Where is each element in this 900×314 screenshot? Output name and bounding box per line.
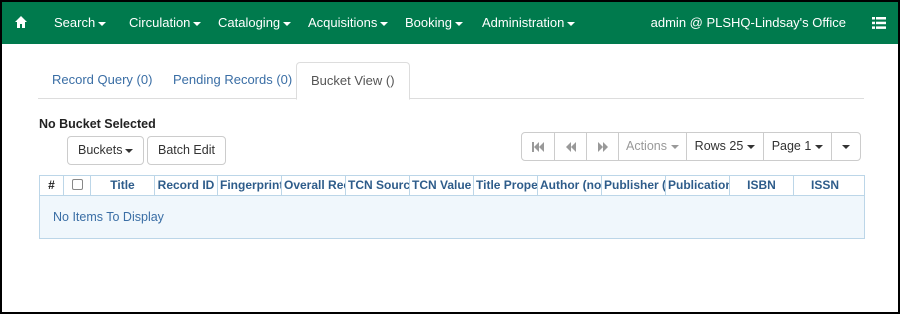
column-header-overall-rec[interactable]: Overall Rec <box>282 176 346 196</box>
previous-page-icon <box>565 141 576 152</box>
column-header-record-id[interactable]: Record ID <box>155 176 218 196</box>
nav-search-menu[interactable]: Search <box>54 2 107 44</box>
caret-down-icon <box>671 144 679 149</box>
rows-per-page-dropdown[interactable]: Rows 25 <box>686 132 764 161</box>
select-all-checkbox[interactable] <box>71 179 83 191</box>
caret-down-icon <box>747 144 756 149</box>
batch-edit-button[interactable]: Batch Edit <box>147 136 226 165</box>
grid-toolbar: Actions Rows 25 Page 1 <box>521 132 861 161</box>
column-header-tcn-source[interactable]: TCN Source <box>346 176 410 196</box>
column-header-issn[interactable]: ISSN <box>794 176 856 196</box>
caret-down-icon <box>283 21 292 26</box>
logged-in-user[interactable]: admin @ PLSHQ-Lindsay's Office <box>651 2 846 44</box>
home-icon[interactable] <box>14 15 28 29</box>
actions-dropdown[interactable]: Actions <box>618 132 687 161</box>
caret-down-icon <box>567 21 576 26</box>
records-grid: # Title Record ID Fingerprint Overall Re… <box>39 175 865 239</box>
caret-down-icon <box>380 21 389 26</box>
column-header-title-proper[interactable]: Title Proper <box>474 176 538 196</box>
catalog-tabs: Record Query (0) Pending Records (0) Buc… <box>38 62 864 100</box>
nav-circulation-menu[interactable]: Circulation <box>129 2 202 44</box>
previous-page-button[interactable] <box>554 132 587 161</box>
nav-acquisitions-menu[interactable]: Acquisitions <box>308 2 389 44</box>
tab-bucket-view[interactable]: Bucket View () <box>296 62 410 100</box>
bucket-heading: No Bucket Selected <box>39 117 156 131</box>
caret-down-icon <box>842 144 850 149</box>
caret-down-icon <box>193 21 202 26</box>
grid-empty-message: No Items To Display <box>40 196 864 238</box>
nav-cataloging-menu[interactable]: Cataloging <box>218 2 292 44</box>
column-header-author[interactable]: Author (nor <box>538 176 602 196</box>
tab-pending-records[interactable]: Pending Records (0) <box>159 62 306 99</box>
column-options-dropdown[interactable] <box>831 132 861 161</box>
tab-record-query[interactable]: Record Query (0) <box>38 62 166 99</box>
nav-booking-menu[interactable]: Booking <box>405 2 463 44</box>
app-frame: Search Circulation Cataloging Acquisitio… <box>0 0 900 314</box>
column-header-tcn-value[interactable]: TCN Value <box>410 176 474 196</box>
caret-down-icon <box>815 144 824 149</box>
first-page-button[interactable] <box>521 132 555 161</box>
top-navbar: Search Circulation Cataloging Acquisitio… <box>2 2 898 44</box>
column-header-publication[interactable]: Publication <box>666 176 730 196</box>
column-header-fingerprint[interactable]: Fingerprint <box>218 176 282 196</box>
grid-header-row: # Title Record ID Fingerprint Overall Re… <box>40 176 864 196</box>
caret-down-icon <box>98 21 107 26</box>
column-header-isbn[interactable]: ISBN <box>730 176 794 196</box>
next-page-button[interactable] <box>586 132 619 161</box>
column-header-index[interactable]: # <box>40 176 64 196</box>
column-header-title[interactable]: Title <box>91 176 155 196</box>
buckets-button[interactable]: Buckets <box>67 136 145 165</box>
column-header-select[interactable] <box>64 176 91 196</box>
nav-administration-menu[interactable]: Administration <box>482 2 576 44</box>
list-menu-icon[interactable] <box>872 17 886 29</box>
caret-down-icon <box>125 148 134 153</box>
caret-down-icon <box>454 21 463 26</box>
next-page-icon <box>597 141 608 152</box>
column-header-publisher[interactable]: Publisher (r <box>602 176 666 196</box>
first-page-icon <box>532 141 544 152</box>
page-dropdown[interactable]: Page 1 <box>763 132 832 161</box>
